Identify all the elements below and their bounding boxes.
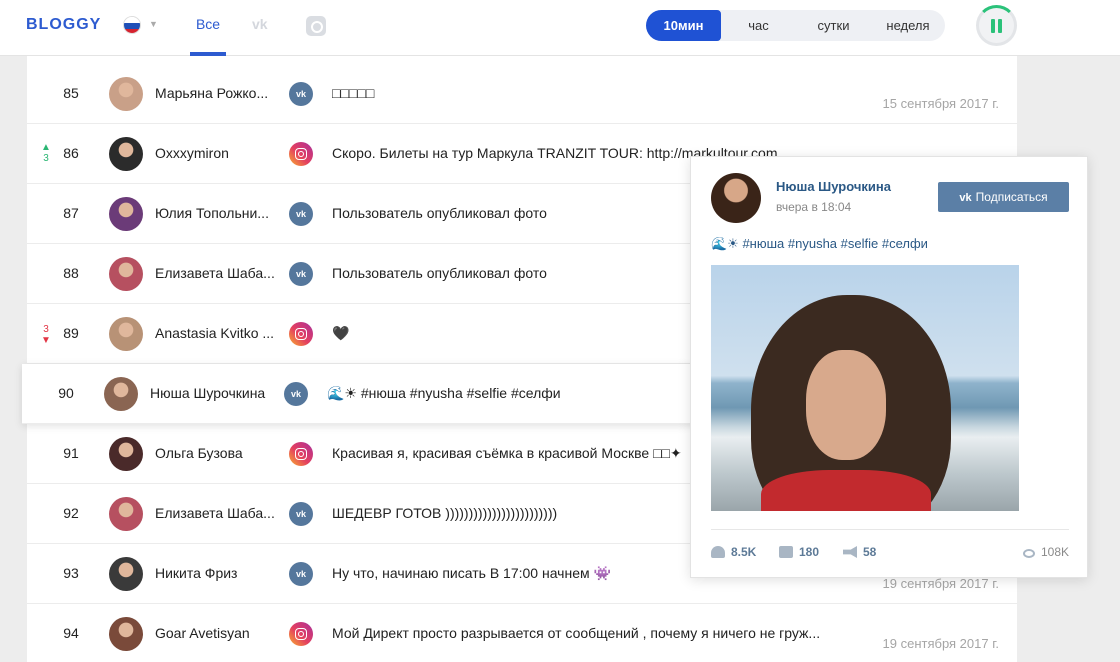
avatar[interactable] (109, 317, 143, 351)
megaphone-icon (843, 546, 857, 558)
instagram-icon (289, 322, 313, 346)
instagram-icon (289, 442, 313, 466)
blogger-name[interactable]: Марьяна Рожко... (155, 85, 275, 101)
post-text[interactable]: □□□□□ (332, 85, 832, 101)
blogger-name[interactable]: Елизавета Шаба... (155, 265, 275, 281)
post-date: 15 сентября 2017 г. (882, 96, 999, 111)
avatar[interactable] (109, 197, 143, 231)
rank-number: 89 (63, 325, 79, 341)
avatar[interactable] (109, 77, 143, 111)
list-item[interactable]: 94 Goar Avetisyan Мой Директ просто разрыв… (27, 604, 1017, 662)
divider (711, 529, 1069, 530)
blogger-name[interactable]: Anastasia Kvitko ... (155, 325, 275, 341)
chevron-down-icon[interactable]: ▼ (149, 19, 158, 29)
post-date: 19 сентября 2017 г. (882, 636, 999, 651)
blogger-name[interactable]: Юлия Топольни... (155, 205, 275, 221)
blogger-name[interactable]: Елизавета Шаба... (155, 505, 275, 521)
likes-count: 8.5K (731, 545, 757, 559)
views-stat: 108K (1022, 545, 1069, 559)
post-preview-popup: Нюша Шурочкина вчера в 18:04 vk Подписать… (690, 156, 1088, 578)
blogger-name[interactable]: Goar Avetisyan (155, 625, 275, 641)
instagram-icon[interactable] (306, 16, 326, 36)
pause-icon-bar (998, 19, 1002, 33)
avatar[interactable] (109, 557, 143, 591)
vk-icon[interactable]: vk (252, 16, 276, 34)
avatar[interactable] (109, 497, 143, 531)
eye-icon (1022, 549, 1035, 558)
rank-number: 93 (63, 565, 79, 581)
post-time: вчера в 18:04 (776, 200, 852, 214)
logo[interactable]: BLOGGY (26, 16, 101, 34)
vk-icon: vk (289, 562, 313, 586)
avatar[interactable] (109, 257, 143, 291)
rank-number: 94 (63, 625, 79, 641)
top-header: BLOGGY ▼ Все vk 10мин час сутки неделя (0, 0, 1120, 56)
rank-number: 85 (63, 85, 79, 101)
instagram-icon (289, 142, 313, 166)
rank-change-value: 3 (43, 324, 49, 335)
vk-icon: vk (289, 82, 313, 106)
shares-count: 58 (863, 545, 877, 559)
period-selector: 10мин час сутки неделя (646, 10, 945, 41)
rank-number: 87 (63, 205, 79, 221)
rank-number: 90 (58, 385, 74, 401)
post-author[interactable]: Нюша Шурочкина (776, 179, 891, 194)
pause-button[interactable] (976, 5, 1017, 46)
tab-all[interactable]: Все (190, 0, 226, 56)
avatar[interactable] (109, 617, 143, 651)
shares-stat[interactable]: 58 (843, 545, 876, 559)
vk-icon: vk (289, 262, 313, 286)
period-10min-button[interactable]: 10мин (646, 10, 721, 41)
avatar[interactable] (109, 437, 143, 471)
blogger-name[interactable]: Нюша Шурочкина (150, 385, 270, 401)
comments-count: 180 (799, 545, 820, 559)
instagram-icon (289, 622, 313, 646)
rank-number: 92 (63, 505, 79, 521)
period-hour-button[interactable]: час (721, 10, 796, 41)
pause-icon (991, 19, 995, 33)
avatar[interactable] (109, 137, 143, 171)
list-item[interactable]: 85 Марьяна Рожко... vk □□□□□ 15 сентября 201… (27, 64, 1017, 124)
post-date: 19 сентября 2017 г. (882, 576, 999, 591)
subscribe-button[interactable]: vk Подписаться (938, 182, 1069, 212)
comments-stat[interactable]: 180 (779, 545, 819, 559)
post-caption: 🌊☀ #нюша #nyusha #selfie #селфи (711, 236, 928, 251)
vk-icon: vk (289, 202, 313, 226)
blogger-name[interactable]: Никита Фриз (155, 565, 275, 581)
subscribe-label: Подписаться (975, 190, 1048, 204)
vk-icon: vk (959, 192, 972, 204)
blogger-name[interactable]: Oxxxymiron (155, 145, 275, 161)
country-flag-icon[interactable] (123, 16, 141, 34)
period-day-button[interactable]: сутки (796, 10, 871, 41)
blogger-name[interactable]: Ольга Бузова (155, 445, 275, 461)
vk-icon: vk (289, 502, 313, 526)
rank-number: 88 (63, 265, 79, 281)
vk-icon: vk (284, 382, 308, 406)
likes-stat[interactable]: 8.5K (711, 545, 756, 559)
rank-number: 86 (63, 145, 79, 161)
post-stats: 8.5K 180 58 108K (711, 545, 1069, 561)
avatar[interactable] (104, 377, 138, 411)
avatar[interactable] (711, 173, 761, 223)
post-photo[interactable] (711, 265, 1019, 511)
comment-icon (779, 546, 793, 558)
views-count: 108K (1040, 545, 1069, 559)
period-week-button[interactable]: неделя (871, 10, 945, 41)
post-text[interactable]: Мой Директ просто разрывается от сообщен… (332, 625, 832, 641)
rank-change-value: 3 (43, 153, 49, 164)
heart-icon (711, 546, 725, 558)
rank-number: 91 (63, 445, 79, 461)
